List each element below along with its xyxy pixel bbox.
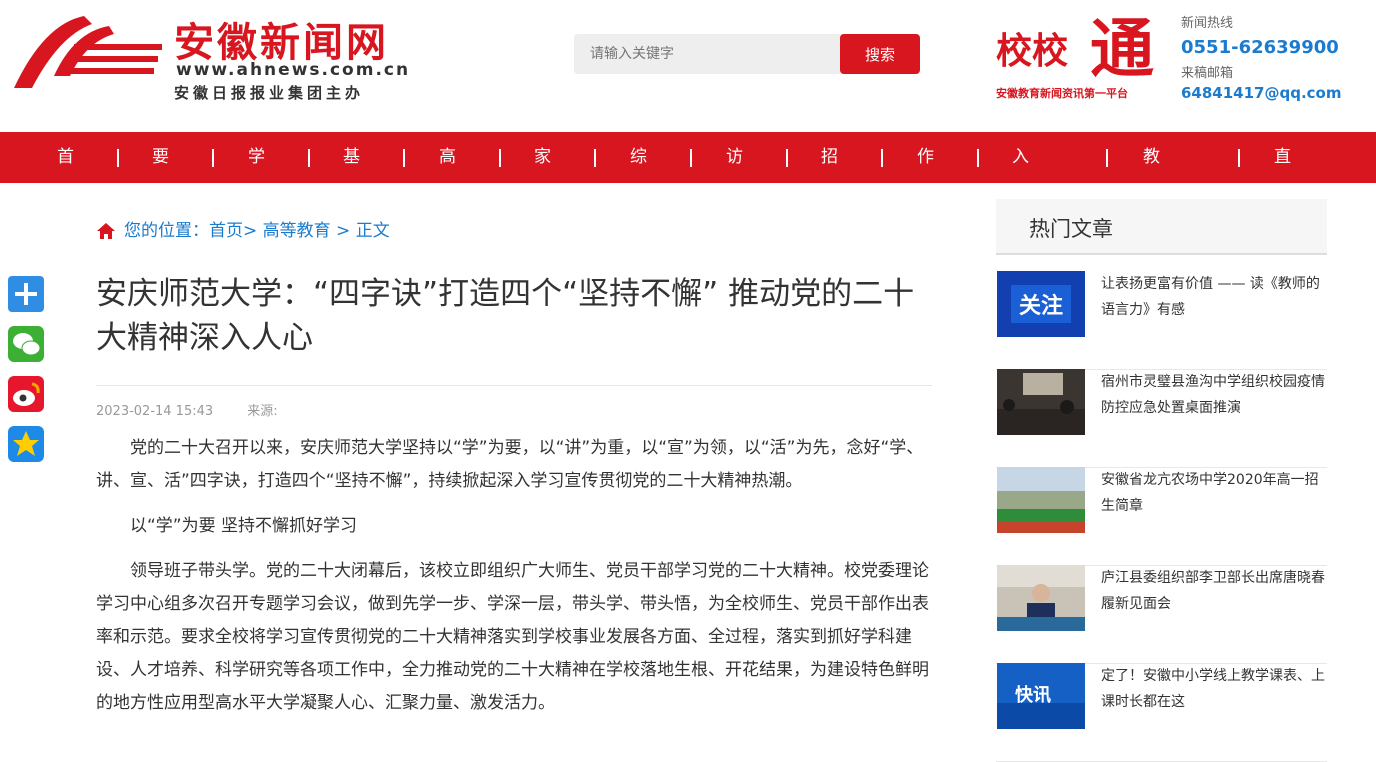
- wechat-icon[interactable]: [8, 326, 44, 362]
- nav-admissions[interactable]: 招考: [821, 132, 838, 218]
- qzone-icon[interactable]: [8, 426, 44, 462]
- brand-small-text: 校校: [996, 30, 1069, 72]
- home-icon: [97, 223, 115, 239]
- article-date: 2023-02-14 15:43: [96, 404, 214, 419]
- xiaoxiaotong-logo[interactable]: 校校 通 安徽教育新闻资讯第一平台: [996, 2, 1166, 102]
- paragraph: 以“学”为要 坚持不懈抓好学习: [130, 516, 358, 536]
- paragraph: 领导班子带头学。党的二十大闭幕后，该校立即组织广大师生、党员干部学习党的二十大精…: [96, 561, 929, 713]
- paragraph: 党的二十大召开以来，安庆师范大学坚持以“学”为要，以“讲”为重，以“宣”为领，以…: [96, 438, 924, 491]
- list-item[interactable]: 安徽省龙亢农场中学2020年高一招生简章: [996, 467, 1327, 566]
- list-item[interactable]: 关注 让表扬更富有价值 —— 读《教师的语言力》有感: [996, 271, 1327, 370]
- email-address[interactable]: 64841417@qq.com: [1181, 84, 1371, 102]
- thumb-label: 快讯: [1015, 684, 1051, 706]
- site-header: 安徽新闻网 www.ahnews.com.cn 安徽日报报业集团主办 搜索 校校…: [0, 0, 1376, 132]
- share-bar: [8, 276, 44, 476]
- nav-general[interactable]: 综合: [630, 132, 647, 218]
- article-body: 党的二十大召开以来，安庆师范大学坚持以“学”为要，以“讲”为重，以“宣”为领，以…: [96, 432, 932, 732]
- article-link[interactable]: 安徽省龙亢农场中学2020年高一招生简章: [1101, 467, 1326, 519]
- divider: [96, 385, 932, 386]
- nav-basic-edu[interactable]: 基教: [343, 132, 360, 218]
- article-link[interactable]: 定了！安徽中小学线上教学课表、上课时长都在这: [1101, 663, 1326, 715]
- article-link[interactable]: 庐江县委组织部李卫部长出席唐晓春履新见面会: [1101, 565, 1326, 617]
- article-link[interactable]: 宿州市灵璧县渔沟中学组织校园疫情防控应急处置桌面推演: [1101, 369, 1326, 421]
- email-label: 来稿邮箱: [1181, 66, 1234, 81]
- logo-mark-icon: [14, 16, 162, 88]
- nav-edu-vision[interactable]: 教育视界: [1143, 132, 1160, 320]
- contact-info: 新闻热线 0551-62639900 来稿邮箱 64841417@qq.com: [1181, 12, 1371, 102]
- thumb-label: 关注: [1019, 293, 1063, 319]
- thumbnail[interactable]: [997, 467, 1085, 533]
- breadcrumb: 您的位置：首页> 高等教育 > 正文: [96, 216, 390, 241]
- hot-articles-panel: 热门文章 关注 让表扬更富有价值 —— 读《教师的语言力》有感 宿州市灵璧县渔沟…: [996, 199, 1327, 762]
- brand-big-text: 通: [1090, 12, 1154, 87]
- nav-works[interactable]: 作品: [917, 132, 934, 218]
- thumbnail[interactable]: [997, 565, 1085, 631]
- thumbnail[interactable]: [997, 369, 1085, 435]
- thumbnail[interactable]: 关注: [997, 271, 1085, 337]
- hot-articles-header: 热门文章: [996, 199, 1327, 255]
- main-nav: 首页 要闻 学前 基教 高教 家教 综合 访谈 招考 作品 入驻学校 教育视界 …: [0, 132, 1376, 320]
- search-button[interactable]: 搜索: [840, 34, 920, 74]
- logo-subtitle: 安徽日报报业集团主办: [174, 84, 365, 102]
- nav-preschool[interactable]: 学前: [248, 132, 265, 218]
- search-input[interactable]: [574, 34, 868, 74]
- nav-family-edu[interactable]: 家教: [534, 132, 551, 218]
- article-source: 来源:: [247, 404, 278, 419]
- brand-slogan: 安徽教育新闻资讯第一平台: [996, 87, 1128, 100]
- breadcrumb-text[interactable]: 您的位置：首页> 高等教育 > 正文: [124, 221, 390, 241]
- nav-live[interactable]: 直播: [1274, 132, 1291, 218]
- nav-home[interactable]: 首页: [57, 132, 74, 218]
- hotline-number: 0551-62639900: [1181, 37, 1339, 58]
- list-item[interactable]: 快讯 定了！安徽中小学线上教学课表、上课时长都在这: [996, 663, 1327, 762]
- list-item[interactable]: 庐江县委组织部李卫部长出席唐晓春履新见面会: [996, 565, 1327, 664]
- list-item[interactable]: 宿州市灵璧县渔沟中学组织校园疫情防控应急处置桌面推演: [996, 369, 1327, 468]
- hotline-label: 新闻热线: [1181, 16, 1234, 31]
- article-meta: 2023-02-14 15:43 来源:: [96, 400, 308, 419]
- article-title: 安庆师范大学：“四字诀”打造四个“坚持不懈” 推动党的二十大精神深入人心: [96, 276, 915, 356]
- nav-higher-edu[interactable]: 高教: [439, 132, 456, 218]
- nav-news[interactable]: 要闻: [152, 132, 169, 218]
- logo-url: www.ahnews.com.cn: [176, 60, 411, 80]
- plus-share-icon[interactable]: [8, 276, 44, 312]
- thumbnail[interactable]: 快讯: [997, 663, 1085, 729]
- nav-schools[interactable]: 入驻学校: [1012, 132, 1029, 320]
- weibo-icon[interactable]: [8, 376, 44, 412]
- site-logo[interactable]: 安徽新闻网 www.ahnews.com.cn 安徽日报报业集团主办: [14, 10, 408, 102]
- nav-interview[interactable]: 访谈: [726, 132, 743, 218]
- article-link[interactable]: 让表扬更富有价值 —— 读《教师的语言力》有感: [1101, 271, 1326, 323]
- hot-articles-title: 热门文章: [1029, 217, 1113, 241]
